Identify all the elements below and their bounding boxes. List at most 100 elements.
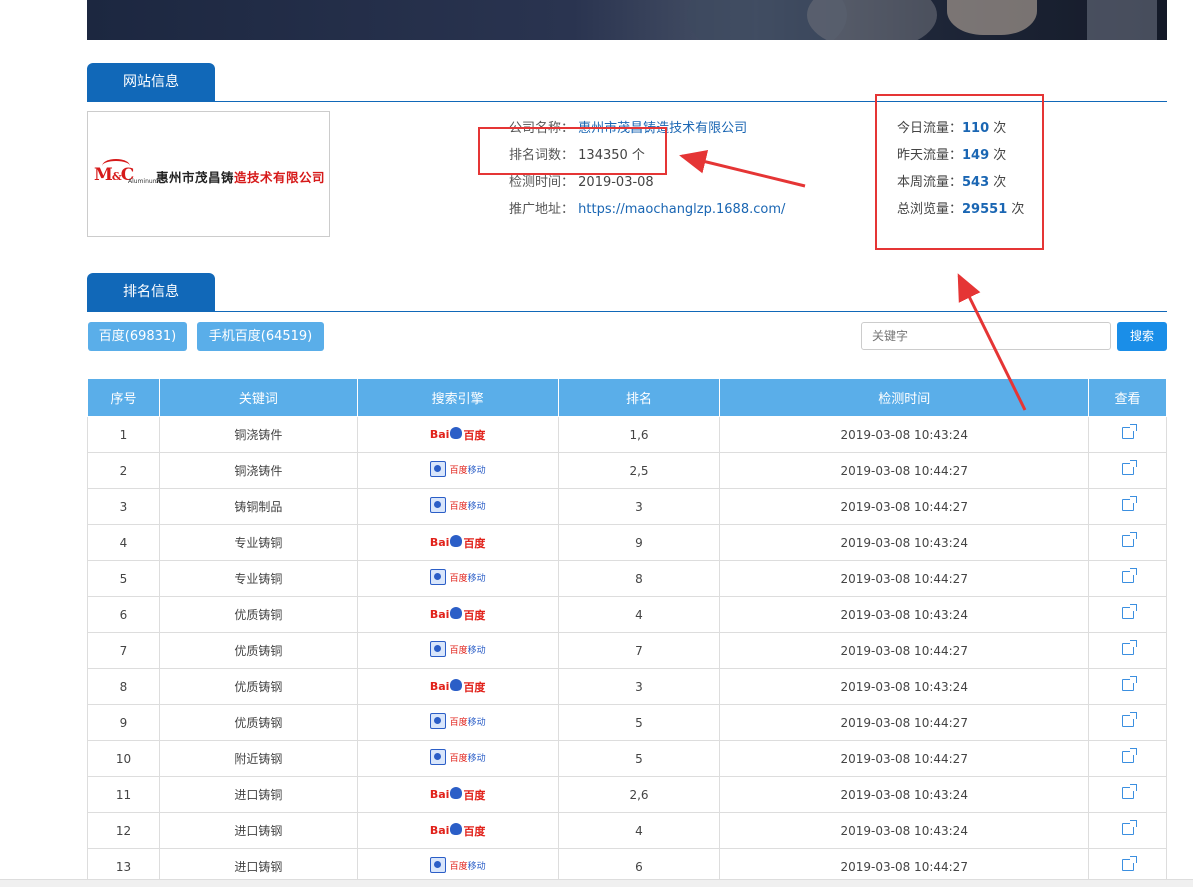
cell-no: 6	[87, 596, 160, 633]
cell-engine: Bai 百度	[356, 596, 559, 633]
table-row: 2 铜浇铸件 百度 移动 2,5 2019-03-08 10:44:27	[87, 452, 1167, 489]
cell-time: 2019-03-08 10:43:24	[719, 776, 1090, 813]
cell-view[interactable]	[1088, 596, 1167, 633]
cell-keyword: 进口铸钢	[158, 812, 358, 849]
cell-time: 2019-03-08 10:44:27	[719, 632, 1090, 669]
cell-no: 8	[87, 668, 160, 705]
cell-rank: 9	[557, 524, 721, 561]
table-row: 12 进口铸钢 Bai 百度 4 2019-03-08 10:43:24	[87, 812, 1167, 849]
search-button[interactable]: 搜索	[1117, 322, 1167, 351]
annotation-box-traffic	[875, 94, 1044, 250]
annotation-arrow-keywords	[679, 150, 806, 188]
cell-view[interactable]	[1088, 560, 1167, 597]
cell-time: 2019-03-08 10:44:27	[719, 488, 1090, 525]
cell-no: 9	[87, 704, 160, 741]
col-header-rank: 排名	[557, 379, 721, 417]
cell-view[interactable]	[1088, 524, 1167, 561]
cell-time: 2019-03-08 10:44:27	[719, 704, 1090, 741]
site-info-tab[interactable]: 网站信息	[87, 63, 215, 101]
cell-keyword: 优质铸铜	[158, 632, 358, 669]
keyword-search-input[interactable]	[861, 322, 1111, 350]
col-header-view: 查看	[1088, 379, 1167, 417]
cell-engine: Bai 百度	[356, 812, 559, 849]
cell-view[interactable]	[1088, 452, 1167, 489]
cell-view[interactable]	[1088, 632, 1167, 669]
cell-engine: 百度 移动	[356, 632, 559, 669]
cell-view[interactable]	[1088, 416, 1167, 453]
cell-rank: 2,5	[557, 452, 721, 489]
external-link-icon[interactable]	[1121, 712, 1137, 727]
cell-engine: Bai 百度	[356, 668, 559, 705]
filter-baidu-button[interactable]: 百度(69831)	[88, 322, 187, 351]
cell-rank: 1,6	[557, 416, 721, 453]
cell-no: 4	[87, 524, 160, 561]
baidu-logo-icon: Bai 百度	[429, 426, 486, 442]
cell-time: 2019-03-08 10:44:27	[719, 452, 1090, 489]
cell-view[interactable]	[1088, 704, 1167, 741]
ranking-divider	[87, 311, 1167, 312]
promo-link[interactable]: https://maochanglzp.1688.com/	[578, 202, 785, 217]
cell-no: 1	[87, 416, 160, 453]
table-row: 10 附近铸钢 百度 移动 5 2019-03-08 10:44:27	[87, 740, 1167, 777]
external-link-icon[interactable]	[1121, 568, 1137, 583]
cell-no: 3	[87, 488, 160, 525]
baidu-mobile-logo-icon: 百度 移动	[429, 713, 486, 729]
filter-mobile-baidu-button[interactable]: 手机百度(64519)	[197, 322, 324, 351]
cell-view[interactable]	[1088, 668, 1167, 705]
cell-time: 2019-03-08 10:43:24	[719, 524, 1090, 561]
external-link-icon[interactable]	[1121, 640, 1137, 655]
ranking-info-tab[interactable]: 排名信息	[87, 273, 215, 311]
cell-rank: 5	[557, 704, 721, 741]
baidu-mobile-logo-icon: 百度 移动	[429, 497, 486, 513]
external-link-icon[interactable]	[1121, 748, 1137, 763]
cell-keyword: 优质铸铜	[158, 596, 358, 633]
cell-rank: 3	[557, 488, 721, 525]
cell-no: 11	[87, 776, 160, 813]
cell-keyword: 附近铸钢	[158, 740, 358, 777]
external-link-icon[interactable]	[1121, 532, 1137, 547]
table-row: 9 优质铸钢 百度 移动 5 2019-03-08 10:44:27	[87, 704, 1167, 741]
cell-engine: 百度 移动	[356, 452, 559, 489]
external-link-icon[interactable]	[1121, 424, 1137, 439]
cell-no: 10	[87, 740, 160, 777]
cell-keyword: 专业铸铜	[158, 524, 358, 561]
external-link-icon[interactable]	[1121, 784, 1137, 799]
external-link-icon[interactable]	[1121, 820, 1137, 835]
table-row: 4 专业铸铜 Bai 百度 9 2019-03-08 10:43:24	[87, 524, 1167, 561]
cell-view[interactable]	[1088, 812, 1167, 849]
table-row: 3 铸铜制品 百度 移动 3 2019-03-08 10:44:27	[87, 488, 1167, 525]
external-link-icon[interactable]	[1121, 460, 1137, 475]
cell-keyword: 铜浇铸件	[158, 416, 358, 453]
baidu-mobile-logo-icon: 百度 移动	[429, 461, 486, 477]
cell-view[interactable]	[1088, 776, 1167, 813]
company-logo: M&C Aluminum 惠州市茂昌铸造技术有限公司	[87, 111, 330, 237]
baidu-mobile-logo-icon: 百度 移动	[429, 749, 486, 765]
cell-keyword: 铜浇铸件	[158, 452, 358, 489]
external-link-icon[interactable]	[1121, 676, 1137, 691]
top-banner-image	[87, 0, 1167, 40]
col-header-no: 序号	[87, 379, 160, 417]
cell-time: 2019-03-08 10:44:27	[719, 560, 1090, 597]
cell-time: 2019-03-08 10:44:27	[719, 740, 1090, 777]
baidu-logo-icon: Bai 百度	[429, 606, 486, 622]
external-link-icon[interactable]	[1121, 856, 1137, 871]
table-row: 6 优质铸铜 Bai 百度 4 2019-03-08 10:43:24	[87, 596, 1167, 633]
table-row: 5 专业铸铜 百度 移动 8 2019-03-08 10:44:27	[87, 560, 1167, 597]
promo-label: 推广地址：	[509, 202, 575, 217]
cell-no: 12	[87, 812, 160, 849]
annotation-box-keywords	[478, 127, 667, 175]
cell-view[interactable]	[1088, 740, 1167, 777]
external-link-icon[interactable]	[1121, 496, 1137, 511]
cell-view[interactable]	[1088, 488, 1167, 525]
cell-no: 2	[87, 452, 160, 489]
cell-no: 5	[87, 560, 160, 597]
baidu-logo-icon: Bai 百度	[429, 786, 486, 802]
cell-rank: 4	[557, 596, 721, 633]
baidu-mobile-logo-icon: 百度 移动	[429, 641, 486, 657]
baidu-logo-icon: Bai 百度	[429, 822, 486, 838]
cell-engine: Bai 百度	[356, 524, 559, 561]
check-time-label: 检测时间：	[509, 175, 575, 190]
cell-keyword: 铸铜制品	[158, 488, 358, 525]
cell-time: 2019-03-08 10:43:24	[719, 812, 1090, 849]
external-link-icon[interactable]	[1121, 604, 1137, 619]
